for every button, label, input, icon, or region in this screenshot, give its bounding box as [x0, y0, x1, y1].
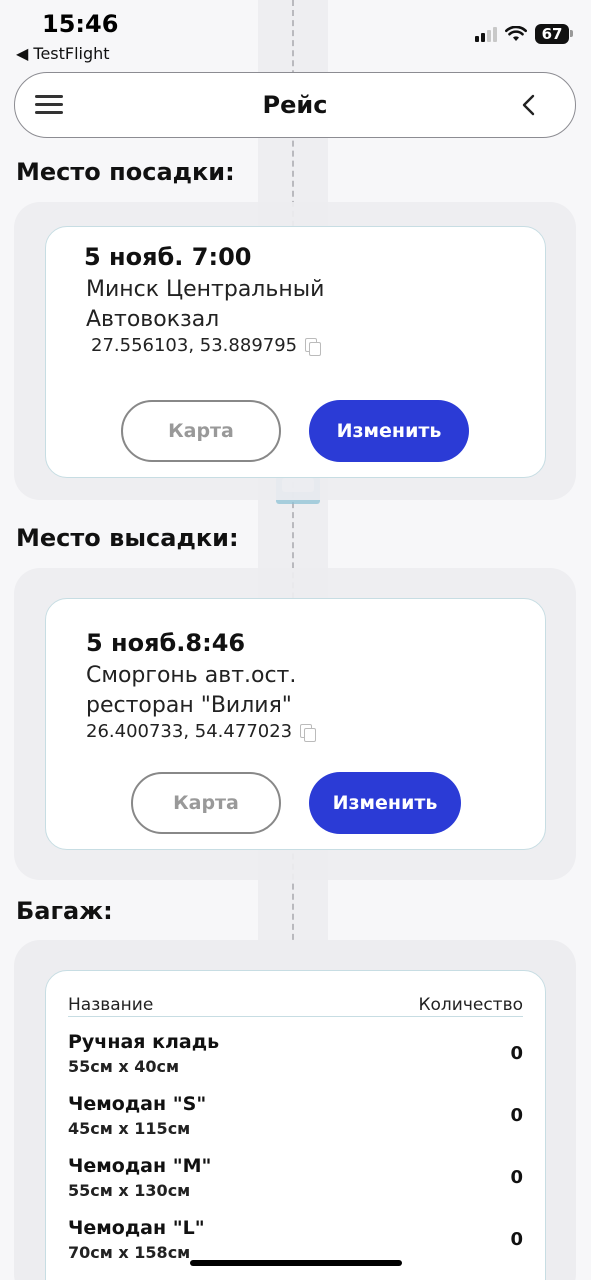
luggage-table-header: Название Количество: [68, 995, 523, 1017]
home-indicator[interactable]: [190, 1260, 402, 1266]
luggage-item-quantity[interactable]: 0: [510, 1043, 523, 1064]
dropoff-place-line2: ресторан "Вилия": [86, 693, 292, 718]
dropoff-coordinates: 26.400733, 54.477023: [86, 721, 317, 742]
pickup-place-line2: Автовокзал: [86, 307, 220, 332]
dropoff-datetime: 5 нояб.8:46: [86, 629, 246, 657]
luggage-item-size: 70см х 158см: [68, 1243, 191, 1262]
luggage-item-quantity[interactable]: 0: [510, 1105, 523, 1126]
luggage-item-size: 55см х 130см: [68, 1181, 191, 1200]
chevron-left-icon[interactable]: [519, 93, 539, 117]
luggage-item-name: Чемодан "L": [68, 1217, 205, 1239]
pickup-coordinates: 27.556103, 53.889795: [91, 335, 322, 356]
status-time: 15:46: [42, 10, 119, 38]
luggage-item-quantity[interactable]: 0: [510, 1229, 523, 1250]
luggage-section-title: Багаж:: [16, 897, 113, 925]
luggage-item-name: Чемодан "M": [68, 1155, 212, 1177]
dropoff-map-button[interactable]: Карта: [131, 772, 281, 834]
copy-icon[interactable]: [305, 337, 322, 356]
luggage-card: Название Количество Ручная кладь 55см х …: [45, 970, 546, 1280]
luggage-row: Ручная кладь 55см х 40см 0: [68, 1031, 523, 1081]
page-title: Рейс: [262, 91, 328, 119]
luggage-item-quantity[interactable]: 0: [510, 1167, 523, 1188]
luggage-row: Чемодан "S" 45см х 115см 0: [68, 1093, 523, 1143]
top-app-bar: Рейс: [14, 72, 576, 138]
testflight-back-link[interactable]: ◀ TestFlight: [16, 44, 110, 63]
pickup-place-line1: Минск Центральный: [86, 277, 325, 302]
dropoff-edit-button[interactable]: Изменить: [309, 772, 461, 834]
column-header-quantity: Количество: [418, 995, 523, 1015]
luggage-row: Чемодан "M" 55см х 130см 0: [68, 1155, 523, 1205]
column-header-name: Название: [68, 995, 154, 1015]
cellular-signal-icon: [475, 26, 497, 42]
dropoff-place-line1: Сморгонь авт.ост.: [86, 663, 297, 688]
status-icons: 67: [475, 24, 573, 44]
luggage-item-size: 55см х 40см: [68, 1057, 180, 1076]
luggage-item-size: 45см х 115см: [68, 1119, 191, 1138]
pickup-map-button[interactable]: Карта: [121, 400, 281, 462]
screen: 15:46 ◀ TestFlight 67 Рейс Место посадки…: [0, 0, 591, 1280]
dropoff-coords-text: 26.400733, 54.477023: [86, 721, 293, 742]
luggage-item-name: Ручная кладь: [68, 1031, 220, 1053]
pickup-datetime: 5 нояб. 7:00: [84, 243, 252, 271]
copy-icon[interactable]: [300, 723, 317, 742]
dropoff-section-title: Место высадки:: [16, 524, 239, 552]
battery-icon: 67: [535, 24, 573, 44]
dropoff-card: 5 нояб.8:46 Сморгонь авт.ост. ресторан "…: [45, 598, 546, 850]
pickup-card: 5 нояб. 7:00 Минск Центральный Автовокза…: [45, 226, 546, 478]
wifi-icon: [505, 26, 527, 41]
pickup-edit-button[interactable]: Изменить: [309, 400, 469, 462]
luggage-item-name: Чемодан "S": [68, 1093, 207, 1115]
pickup-coords-text: 27.556103, 53.889795: [91, 335, 298, 356]
pickup-section-title: Место посадки:: [16, 158, 235, 186]
